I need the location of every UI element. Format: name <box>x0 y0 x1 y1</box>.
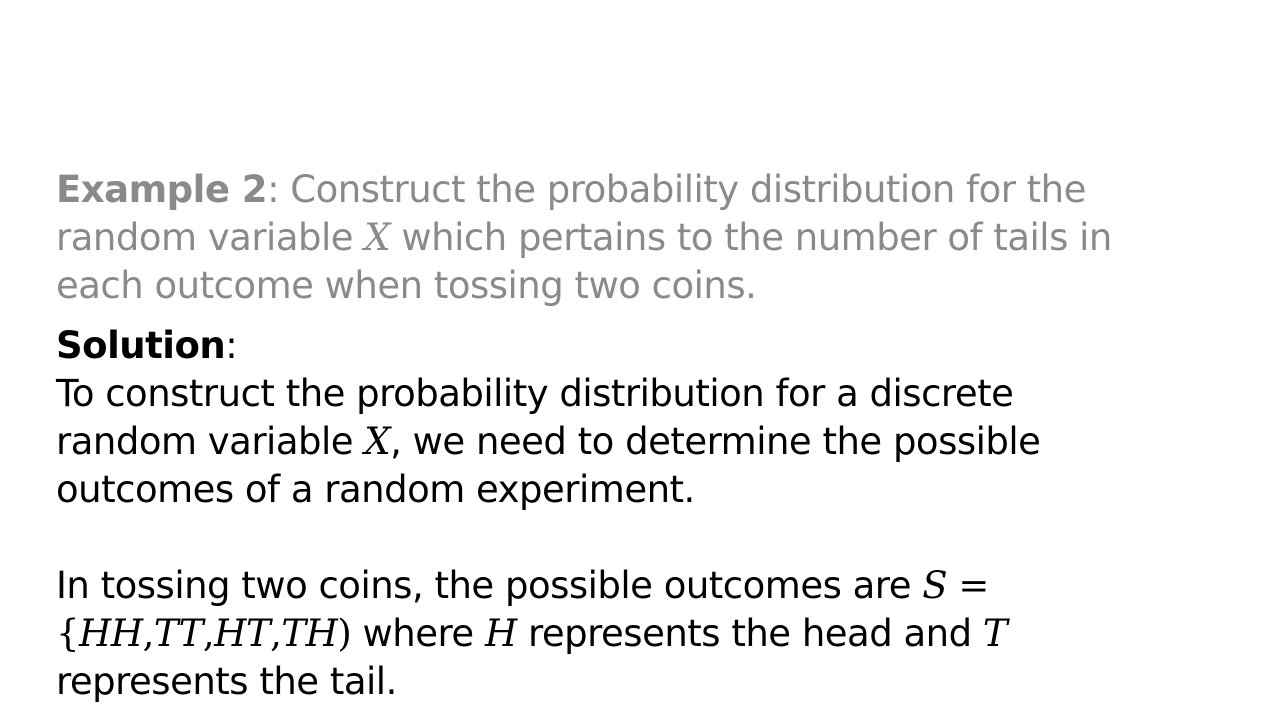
example-line-3: each outcome when tossing two coins. <box>56 264 757 307</box>
solution-paragraph-2-line-2: {HH,TT,HT,TH) where H represents the hea… <box>56 612 1008 655</box>
math-variable-s: S <box>922 564 948 607</box>
solution-label: Solution <box>56 324 226 367</box>
math-variable-x: X <box>364 420 391 463</box>
slide: Example 2: Construct the probability dis… <box>0 0 1280 720</box>
solution-heading: Solution: <box>56 324 238 367</box>
example-line-1: Example 2: Construct the probability dis… <box>56 168 1086 211</box>
solution-paragraph-1-line-2: random variable X, we need to determine … <box>56 420 1041 463</box>
example-line-2: random variable X which pertains to the … <box>56 216 1112 259</box>
solution-paragraph-1-line-3: outcomes of a random experiment. <box>56 468 695 511</box>
math-variable-x: X <box>364 216 391 259</box>
example-problem: Example 2: Construct the probability dis… <box>56 166 1236 310</box>
solution-paragraph-2-line-3: represents the tail. <box>56 660 397 703</box>
solution-paragraph-1-line-1: To construct the probability distributio… <box>56 372 1014 415</box>
solution-paragraph-2-line-1: In tossing two coins, the possible outco… <box>56 564 989 607</box>
math-variable-t: T <box>982 612 1008 655</box>
math-variable-h: H <box>484 612 517 655</box>
solution-section: Solution: To construct the probability d… <box>56 322 1236 706</box>
example-label: Example 2 <box>56 168 268 211</box>
sample-space-set: {HH,TT,HT,TH) <box>56 612 352 655</box>
